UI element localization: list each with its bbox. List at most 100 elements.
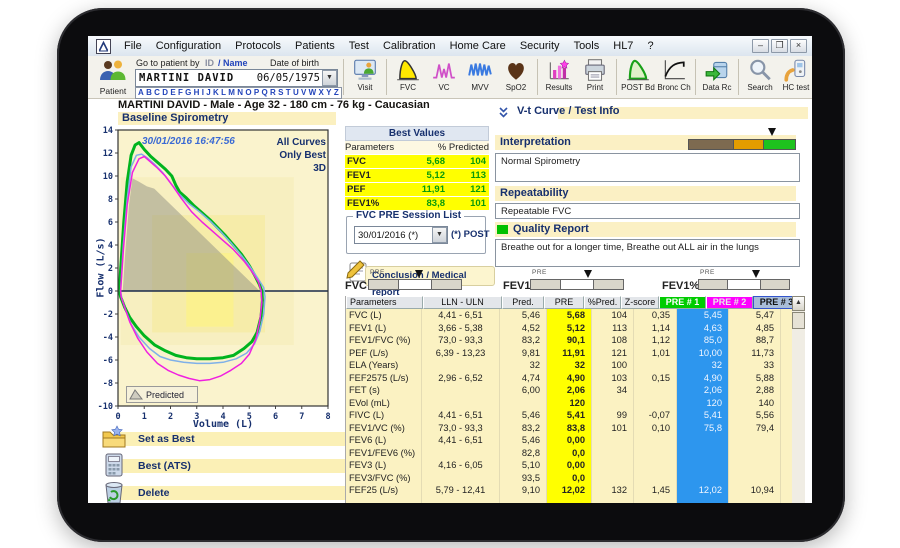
table-row[interactable]: FIVC (L)4,41 - 6,515,465,4199-0,075,415,… [346, 409, 792, 422]
alphabet-letter-o[interactable]: O [245, 88, 251, 98]
alphabet-letter-t[interactable]: T [286, 88, 291, 98]
name-label[interactable]: / Name [218, 58, 248, 68]
menu-item-security[interactable]: Security [513, 40, 567, 52]
menu-item--[interactable]: ? [640, 40, 660, 52]
action-button-best-ats-[interactable]: Best (ATS) [115, 459, 368, 473]
alphabet-letter-d[interactable]: D [162, 88, 168, 98]
alphabet-letter-f[interactable]: F [178, 88, 183, 98]
alphabet-letter-s[interactable]: S [278, 88, 283, 98]
scroll-up-icon[interactable]: ▲ [792, 296, 805, 311]
view-option-3d[interactable]: 3D [277, 162, 326, 175]
column-header-pre[interactable]: PRE [544, 296, 584, 309]
session-dropdown-icon[interactable]: ▼ [432, 227, 447, 243]
table-row[interactable]: FEV3 (L)4,16 - 6,055,100,00 [346, 459, 792, 472]
table-row[interactable]: FEV3/FVC (%)93,50,0 [346, 472, 792, 485]
patient-button[interactable]: Patient [96, 59, 130, 96]
alphabet-letter-u[interactable]: U [293, 88, 299, 98]
menu-item-tools[interactable]: Tools [567, 40, 607, 52]
alphabet-letter-y[interactable]: Y [326, 88, 331, 98]
alphabet-letter-k[interactable]: K [213, 88, 219, 98]
alphabet-letter-n[interactable]: N [237, 88, 243, 98]
interpretation-box[interactable]: Normal Spirometry [495, 153, 800, 182]
column-header--pred-[interactable]: %Pred. [584, 296, 621, 309]
action-button-delete[interactable]: Delete [115, 486, 368, 500]
alphabet-letter-w[interactable]: W [309, 88, 317, 98]
chevron-down-icon[interactable] [497, 106, 510, 122]
toolbar-button-search[interactable]: Search [742, 57, 778, 92]
id-label[interactable]: ID [205, 58, 214, 68]
vt-curve-title[interactable]: V-t Curve / Test Info [517, 105, 619, 117]
table-row[interactable] [346, 497, 792, 504]
column-header-pre-3[interactable]: PRE # 3 [753, 296, 792, 309]
alphabet-letter-m[interactable]: M [228, 88, 235, 98]
quality-report-header: Quality Report [495, 222, 796, 237]
view-option-only-best[interactable]: Only Best [277, 149, 326, 162]
alphabet-letter-v[interactable]: V [301, 88, 306, 98]
alphabet-letter-z[interactable]: Z [334, 88, 339, 98]
menu-item-patients[interactable]: Patients [288, 40, 342, 52]
column-header-pred-[interactable]: Pred. [502, 296, 544, 309]
dob-dropdown-icon[interactable]: ▼ [322, 70, 337, 86]
minimize-icon[interactable]: – [752, 39, 769, 53]
alphabet-letter-j[interactable]: J [206, 88, 210, 98]
table-row[interactable]: FEV6 (L)4,41 - 6,515,460,00 [346, 434, 792, 447]
toolbar-button-fvc[interactable]: FVC [390, 57, 426, 92]
close-icon[interactable]: × [790, 39, 807, 53]
alphabet-letter-x[interactable]: X [319, 88, 324, 98]
table-row[interactable]: FET (s)6,002,06342,062,882,78 [346, 384, 792, 397]
dob-input[interactable]: 06/05/1975 [257, 72, 322, 84]
table-row[interactable]: FEV1/FEV6 (%)82,80,0 [346, 447, 792, 460]
toolbar-button-mvv[interactable]: MVV [462, 57, 498, 92]
patient-name-input[interactable]: MARTINI DAVID [136, 72, 257, 84]
repeatability-box[interactable]: Repeatable FVC [495, 203, 800, 219]
alphabet-letter-i[interactable]: I [202, 88, 204, 98]
toolbar-button-results[interactable]: Results [541, 57, 577, 92]
toolbar-button-post-bd[interactable]: POST Bd [620, 57, 656, 92]
menu-item-hl7[interactable]: HL7 [606, 40, 640, 52]
alphabet-letter-r[interactable]: R [270, 88, 276, 98]
table-row[interactable]: FEF25 (L/s)5,79 - 12,419,1012,021321,451… [346, 484, 792, 497]
column-header-parameters[interactable]: Parameters [346, 296, 423, 309]
table-row[interactable]: FVC (L)4,41 - 6,515,465,681040,355,455,4… [346, 309, 792, 322]
quality-report-box[interactable]: Breathe out for a longer time, Breathe o… [495, 239, 800, 267]
column-header-z-score[interactable]: Z-score [621, 296, 659, 309]
table-row[interactable]: FEV1 (L)3,66 - 5,384,525,121131,144,634,… [346, 322, 792, 335]
table-row[interactable]: PEF (L/s)6,39 - 13,239,8111,911211,0110,… [346, 347, 792, 360]
table-row[interactable]: FEV1/FVC (%)73,0 - 93,383,290,11081,1285… [346, 334, 792, 347]
column-header-pre-2[interactable]: PRE # 2 [706, 296, 753, 309]
alphabet-letter-b[interactable]: B [146, 88, 152, 98]
alphabet-letter-l[interactable]: L [221, 88, 226, 98]
alphabet-letter-g[interactable]: G [185, 88, 191, 98]
toolbar-button-print[interactable]: Print [577, 57, 613, 92]
toolbar-button-bronc-ch[interactable]: Bronc Ch [656, 57, 692, 92]
scrollbar-thumb[interactable] [792, 312, 805, 329]
table-row[interactable]: ELA (Years)3232100323333 [346, 359, 792, 372]
menu-item-file[interactable]: File [117, 40, 149, 52]
table-row[interactable]: EVol (mL)120120140160 [346, 397, 792, 410]
toolbar-button-vc[interactable]: VC [426, 57, 462, 92]
alphabet-letter-h[interactable]: H [194, 88, 200, 98]
alphabet-letter-c[interactable]: C [154, 88, 160, 98]
table-row[interactable]: FEF2575 (L/s)2,96 - 6,524,744,901030,154… [346, 372, 792, 385]
restore-icon[interactable]: ❐ [771, 39, 788, 53]
toolbar-button-spo2[interactable]: SpO2 [498, 57, 534, 92]
menu-item-calibration[interactable]: Calibration [376, 40, 443, 52]
column-header-lln-uln[interactable]: LLN - ULN [423, 296, 502, 309]
session-dropdown[interactable]: 30/01/2016 (*) ▼ [354, 226, 448, 244]
action-button-set-as-best[interactable]: Set as Best [115, 432, 368, 446]
toolbar-button-data-rc[interactable]: Data Rc [699, 57, 735, 92]
view-option-all-curves[interactable]: All Curves [277, 136, 326, 149]
alphabet-letter-p[interactable]: P [254, 88, 259, 98]
alphabet-letter-e[interactable]: E [170, 88, 175, 98]
menu-item-home-care[interactable]: Home Care [443, 40, 513, 52]
toolbar-button-visit[interactable]: Visit [347, 57, 383, 92]
menu-item-test[interactable]: Test [342, 40, 376, 52]
menu-item-protocols[interactable]: Protocols [228, 40, 288, 52]
alphabet-letter-q[interactable]: Q [262, 88, 268, 98]
alphabet-letter-a[interactable]: A [138, 88, 144, 98]
column-header-pre-1[interactable]: PRE # 1 [659, 296, 706, 309]
table-scrollbar[interactable]: ▲ [792, 296, 805, 503]
toolbar-button-hc-test[interactable]: HC test [778, 57, 812, 92]
menu-item-configuration[interactable]: Configuration [149, 40, 228, 52]
table-row[interactable]: FEV1/VC (%)73,0 - 93,383,283,81010,1075,… [346, 422, 792, 435]
